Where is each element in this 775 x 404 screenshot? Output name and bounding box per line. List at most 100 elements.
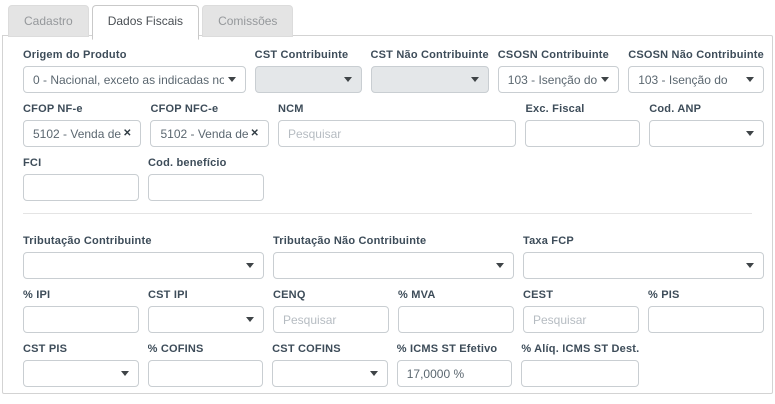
field-cest: CEST — [523, 289, 639, 333]
cenq-label: CENQ — [273, 289, 389, 301]
chevron-down-icon — [246, 263, 254, 268]
tributacao-contribuinte-label: Tributação Contribuinte — [23, 235, 264, 247]
ipi-label: % IPI — [23, 289, 139, 301]
origem-produto-select[interactable]: 0 - Nacional, exceto as indicadas nos — [23, 66, 246, 93]
fci-input[interactable] — [23, 174, 139, 201]
cenq-input[interactable] — [273, 306, 389, 333]
form-row-6: CST PIS % COFINS CST COFINS % ICMS ST Ef… — [23, 343, 764, 387]
tab-comissoes[interactable]: Comissões — [202, 5, 293, 37]
tributacao-contribuinte-select[interactable] — [23, 252, 264, 279]
cst-nao-contribuinte-select — [371, 66, 489, 93]
cofins-input[interactable] — [148, 360, 264, 387]
origem-produto-label: Origem do Produto — [23, 49, 246, 61]
pis-input[interactable] — [648, 306, 764, 333]
field-csosn-nao-contribuinte: CSOSN Não Contribuinte 103 - Isenção do — [628, 49, 764, 93]
csosn-contribuinte-value: 103 - Isenção do — [508, 73, 597, 87]
chevron-down-icon — [601, 77, 609, 82]
chevron-down-icon — [344, 77, 352, 82]
field-cst-contribuinte: CST Contribuinte — [255, 49, 362, 93]
field-cenq: CENQ — [273, 289, 389, 333]
cest-input[interactable] — [523, 306, 639, 333]
tributacao-nao-contribuinte-label: Tributação Não Contribuinte — [273, 235, 514, 247]
field-cfop-nfce: CFOP NFC-e 5102 - Venda de✕ — [150, 103, 268, 147]
cst-cofins-select[interactable] — [272, 360, 388, 387]
chevron-down-icon — [746, 77, 754, 82]
cfop-nfe-input[interactable]: 5102 - Venda de✕ — [23, 120, 141, 147]
aliq-icms-st-dest-input[interactable] — [521, 360, 639, 387]
field-fci: FCI — [23, 157, 139, 201]
cfop-nfce-value: 5102 - Venda de — [160, 127, 248, 141]
fci-label: FCI — [23, 157, 139, 169]
csosn-contribuinte-label: CSOSN Contribuinte — [498, 49, 619, 61]
cst-cofins-label: CST COFINS — [272, 343, 388, 355]
csosn-nao-contribuinte-value: 103 - Isenção do — [638, 73, 727, 87]
ncm-input[interactable] — [278, 120, 517, 147]
chevron-down-icon — [246, 317, 254, 322]
form-row-2: CFOP NF-e 5102 - Venda de✕ CFOP NFC-e 51… — [23, 103, 764, 147]
chevron-down-icon — [471, 77, 479, 82]
pis-label: % PIS — [648, 289, 764, 301]
cod-beneficio-input[interactable] — [148, 174, 264, 201]
cfop-nfce-label: CFOP NFC-e — [150, 103, 268, 115]
cofins-label: % COFINS — [148, 343, 264, 355]
field-exc-fiscal: Exc. Fiscal — [525, 103, 640, 147]
exc-fiscal-input[interactable] — [525, 120, 640, 147]
chevron-down-icon — [228, 77, 236, 82]
field-cst-ipi: CST IPI — [148, 289, 264, 333]
field-origem-produto: Origem do Produto 0 - Nacional, exceto a… — [23, 49, 246, 93]
aliq-icms-st-dest-label: % Alíq. ICMS ST Dest. — [521, 343, 639, 355]
cst-pis-select[interactable] — [23, 360, 139, 387]
dados-fiscais-panel: Origem do Produto 0 - Nacional, exceto a… — [2, 35, 773, 394]
field-tributacao-contribuinte: Tributação Contribuinte — [23, 235, 264, 279]
cst-contribuinte-label: CST Contribuinte — [255, 49, 362, 61]
field-icms-st-efetivo: % ICMS ST Efetivo — [397, 343, 513, 387]
mva-input[interactable] — [398, 306, 514, 333]
icms-st-efetivo-label: % ICMS ST Efetivo — [397, 343, 513, 355]
field-mva: % MVA — [398, 289, 514, 333]
field-ncm: NCM — [278, 103, 517, 147]
tributacao-nao-contribuinte-select[interactable] — [273, 252, 514, 279]
chevron-down-icon — [496, 263, 504, 268]
csosn-contribuinte-select[interactable]: 103 - Isenção do — [498, 66, 619, 93]
tab-dados-fiscais[interactable]: Dados Fiscais — [92, 5, 199, 40]
taxa-fcp-select[interactable] — [523, 252, 764, 279]
csosn-nao-contribuinte-label: CSOSN Não Contribuinte — [628, 49, 764, 61]
field-cofins: % COFINS — [148, 343, 264, 387]
cfop-nfce-input[interactable]: 5102 - Venda de✕ — [150, 120, 268, 147]
form-row-1: Origem do Produto 0 - Nacional, exceto a… — [23, 49, 764, 93]
taxa-fcp-label: Taxa FCP — [523, 235, 764, 247]
cod-anp-label: Cod. ANP — [649, 103, 764, 115]
cst-ipi-select[interactable] — [148, 306, 264, 333]
cod-beneficio-label: Cod. benefício — [148, 157, 264, 169]
origem-produto-value: 0 - Nacional, exceto as indicadas nos — [33, 73, 224, 87]
tab-cadastro[interactable]: Cadastro — [8, 5, 89, 37]
clear-icon[interactable]: ✕ — [123, 128, 131, 139]
field-aliq-icms-st-dest: % Alíq. ICMS ST Dest. — [521, 343, 639, 387]
mva-label: % MVA — [398, 289, 514, 301]
cest-label: CEST — [523, 289, 639, 301]
chevron-down-icon — [121, 371, 129, 376]
field-cst-pis: CST PIS — [23, 343, 139, 387]
ipi-input[interactable] — [23, 306, 139, 333]
field-pis: % PIS — [648, 289, 764, 333]
form-row-4: Tributação Contribuinte Tributação Não C… — [23, 235, 764, 279]
cst-pis-label: CST PIS — [23, 343, 139, 355]
chevron-down-icon — [746, 263, 754, 268]
cst-contribuinte-select — [255, 66, 362, 93]
section-divider — [23, 213, 752, 214]
field-taxa-fcp: Taxa FCP — [523, 235, 764, 279]
field-ipi: % IPI — [23, 289, 139, 333]
cod-anp-select[interactable] — [649, 120, 764, 147]
field-csosn-contribuinte: CSOSN Contribuinte 103 - Isenção do — [498, 49, 619, 93]
csosn-nao-contribuinte-select[interactable]: 103 - Isenção do — [628, 66, 764, 93]
field-cst-nao-contribuinte: CST Não Contribuinte — [371, 49, 489, 93]
cst-ipi-label: CST IPI — [148, 289, 264, 301]
icms-st-efetivo-input[interactable] — [397, 360, 513, 387]
ncm-label: NCM — [278, 103, 517, 115]
cst-nao-contribuinte-label: CST Não Contribuinte — [371, 49, 489, 61]
clear-icon[interactable]: ✕ — [251, 128, 259, 139]
exc-fiscal-label: Exc. Fiscal — [525, 103, 640, 115]
form-row-5: % IPI CST IPI CENQ % MVA CEST — [23, 289, 764, 333]
field-cfop-nfe: CFOP NF-e 5102 - Venda de✕ — [23, 103, 141, 147]
field-cst-cofins: CST COFINS — [272, 343, 388, 387]
